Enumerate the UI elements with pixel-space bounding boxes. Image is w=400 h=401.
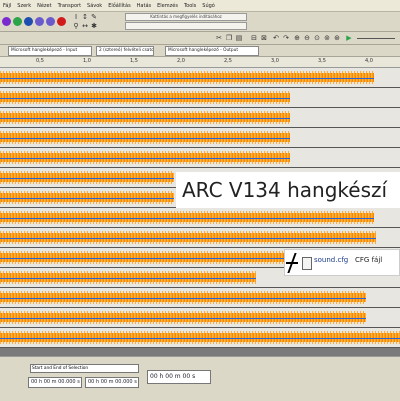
skip-start-button[interactable] bbox=[35, 17, 44, 26]
envelope-tool-icon[interactable]: ↕ bbox=[81, 13, 89, 21]
fit-project-icon[interactable]: ⊚ bbox=[323, 34, 331, 42]
waveform bbox=[0, 249, 290, 266]
zoom-tool-icon[interactable]: ⚲ bbox=[72, 22, 80, 30]
input-device-select[interactable]: Microsoft hangleképező - Input bbox=[8, 46, 92, 56]
audio-track[interactable] bbox=[0, 208, 400, 228]
audio-track[interactable] bbox=[0, 68, 400, 88]
file-icon bbox=[302, 257, 312, 270]
audio-position[interactable]: 00 h 00 m 00 s bbox=[147, 370, 211, 384]
menu-effect[interactable]: Hatás bbox=[134, 3, 154, 9]
audio-track[interactable] bbox=[0, 288, 400, 308]
selection-tool-icon[interactable]: I bbox=[72, 13, 80, 21]
ruler-tick: 4,0 bbox=[365, 58, 373, 64]
menu-transport[interactable]: Transport bbox=[55, 3, 84, 9]
silence-icon[interactable]: ⊠ bbox=[260, 34, 268, 42]
channels-select[interactable]: 2 (sztereó) felvételi csatorna bbox=[96, 46, 154, 56]
waveform bbox=[0, 209, 374, 226]
menu-tools[interactable]: Tools bbox=[181, 3, 199, 9]
menu-view[interactable]: Nézet bbox=[34, 3, 54, 9]
ruler-tick: 2,5 bbox=[224, 58, 232, 64]
skip-end-button[interactable] bbox=[46, 17, 55, 26]
audio-track[interactable] bbox=[0, 328, 400, 348]
menu-analyze[interactable]: Elemzés bbox=[154, 3, 181, 9]
ruler-tick: 0,5 bbox=[36, 58, 44, 64]
audio-track[interactable] bbox=[0, 308, 400, 328]
multi-tool-icon[interactable]: ✱ bbox=[90, 22, 98, 30]
copy-icon[interactable]: ❐ bbox=[225, 34, 233, 42]
timeline-ruler[interactable]: 0,5 1,0 1,5 2,0 2,5 3,0 3,5 4,0 bbox=[0, 57, 400, 68]
file-type: CFG fájl bbox=[355, 256, 383, 264]
audio-track[interactable] bbox=[0, 88, 400, 108]
menu-help[interactable]: Súgó bbox=[199, 3, 218, 9]
edit-toolbar: ✂ ❐ ▤ ⊟ ⊠ ↶ ↷ ⊕ ⊖ ⊙ ⊚ ⊛ ▶ bbox=[0, 32, 400, 45]
ruler-tick: 1,0 bbox=[83, 58, 91, 64]
audio-track[interactable] bbox=[0, 108, 400, 128]
trim-icon[interactable]: ⊟ bbox=[250, 34, 258, 42]
selection-toolbar: Start and End of Selection 00 h 00 m 00.… bbox=[0, 356, 400, 401]
output-device-select[interactable]: Microsoft hangleképező - Output bbox=[165, 46, 259, 56]
stop-button[interactable] bbox=[24, 17, 33, 26]
record-button[interactable] bbox=[57, 17, 66, 26]
ruler-tick: 3,0 bbox=[271, 58, 279, 64]
tracks-area[interactable] bbox=[0, 68, 400, 356]
menu-file[interactable]: Fájl bbox=[0, 3, 14, 9]
fit-selection-icon[interactable]: ⊙ bbox=[313, 34, 321, 42]
waveform bbox=[0, 89, 290, 106]
zoom-out-icon[interactable]: ⊖ bbox=[303, 34, 311, 42]
waveform bbox=[0, 229, 376, 246]
audio-track[interactable] bbox=[0, 128, 400, 148]
audio-track[interactable] bbox=[0, 148, 400, 168]
overlay-title: ARC V134 hangkészí bbox=[176, 172, 400, 208]
ruler-tick: 1,5 bbox=[130, 58, 138, 64]
waveform bbox=[0, 109, 290, 126]
zoom-in-icon[interactable]: ⊕ bbox=[293, 34, 301, 42]
cut-icon[interactable]: ✂ bbox=[215, 34, 223, 42]
waveform bbox=[0, 169, 174, 186]
ruler-tick: 3,5 bbox=[318, 58, 326, 64]
pause-button[interactable] bbox=[2, 17, 11, 26]
menu-bar: Fájl Szerk Nézet Transport Sávok Előállí… bbox=[0, 0, 400, 12]
selection-mode-select[interactable]: Start and End of Selection bbox=[30, 364, 139, 373]
menu-tracks[interactable]: Sávok bbox=[84, 3, 105, 9]
waveform bbox=[0, 269, 256, 286]
file-callout: sound.cfg CFG fájl bbox=[284, 249, 400, 276]
pointer-hook bbox=[286, 262, 298, 264]
selection-end-time[interactable]: 00 h 00 m 00.000 s bbox=[85, 377, 139, 388]
menu-edit[interactable]: Szerk bbox=[14, 3, 34, 9]
selection-start-time[interactable]: 00 h 00 m 00.000 s bbox=[28, 377, 82, 388]
file-name: sound.cfg bbox=[314, 256, 349, 264]
play-button[interactable] bbox=[13, 17, 22, 26]
device-toolbar: Microsoft hangleképező - Input 2 (sztere… bbox=[0, 45, 400, 57]
speed-slider[interactable] bbox=[357, 38, 395, 39]
paste-icon[interactable]: ▤ bbox=[235, 34, 243, 42]
redo-icon[interactable]: ↷ bbox=[282, 34, 290, 42]
waveform bbox=[0, 309, 366, 326]
ruler-tick: 2,0 bbox=[177, 58, 185, 64]
undo-icon[interactable]: ↶ bbox=[272, 34, 280, 42]
waveform bbox=[0, 189, 174, 206]
audio-track[interactable] bbox=[0, 228, 400, 248]
transport-toolbar: I ↕ ✎ ⚲ ↔ ✱ Kattintás a megfigyelés indí… bbox=[0, 12, 400, 32]
play-at-speed-icon[interactable]: ▶ bbox=[345, 34, 353, 42]
waveform bbox=[0, 129, 290, 146]
waveform bbox=[0, 289, 366, 306]
waveform bbox=[0, 69, 374, 86]
waveform bbox=[0, 329, 400, 346]
playback-meter[interactable] bbox=[125, 22, 247, 30]
timeshift-tool-icon[interactable]: ↔ bbox=[81, 22, 89, 30]
draw-tool-icon[interactable]: ✎ bbox=[90, 13, 98, 21]
menu-generate[interactable]: Előállítás bbox=[105, 3, 133, 9]
recording-meter[interactable]: Kattintás a megfigyelés indításához bbox=[125, 13, 247, 21]
zoom-toggle-icon[interactable]: ⊛ bbox=[333, 34, 341, 42]
waveform bbox=[0, 149, 290, 166]
